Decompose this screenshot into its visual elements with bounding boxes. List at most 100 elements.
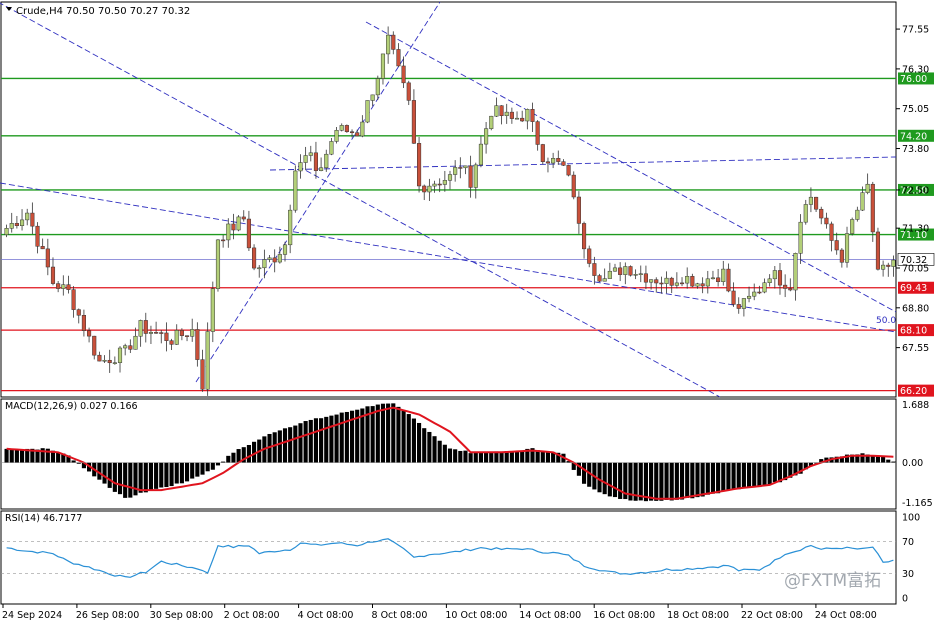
candle-bull bbox=[881, 264, 886, 270]
candle-bull bbox=[319, 167, 324, 171]
macd-bar bbox=[288, 427, 293, 463]
candle-bull bbox=[102, 359, 107, 362]
macd-bar bbox=[649, 462, 654, 501]
macd-bar bbox=[344, 411, 349, 463]
candle-bull bbox=[633, 274, 638, 276]
candle-bear bbox=[195, 329, 200, 360]
candle-bear bbox=[834, 240, 839, 251]
macd-bar bbox=[458, 450, 463, 463]
candle-bull bbox=[293, 170, 298, 211]
macd-bar bbox=[602, 462, 607, 495]
candle-bull bbox=[226, 223, 231, 241]
macd-bar bbox=[226, 455, 231, 463]
candle-bull bbox=[705, 278, 710, 287]
time-tick-label: 22 Oct 08:00 bbox=[741, 610, 803, 621]
macd-bar bbox=[499, 452, 504, 463]
candle-bear bbox=[561, 161, 566, 166]
macd-tick-label: -1.165 bbox=[902, 498, 933, 509]
candle-bear bbox=[654, 279, 659, 284]
candle-bear bbox=[587, 248, 592, 264]
macd-bar bbox=[437, 440, 442, 463]
rsi-tick-label: 70 bbox=[902, 537, 914, 548]
time-tick-label: 2 Oct 08:00 bbox=[224, 610, 280, 621]
candle-bull bbox=[463, 165, 468, 169]
macd-bar bbox=[638, 462, 643, 501]
candle-bear bbox=[829, 223, 834, 241]
candle-bull bbox=[453, 167, 458, 175]
level-tag-label: 76.00 bbox=[900, 74, 927, 85]
macd-bar bbox=[540, 451, 545, 463]
macd-bar bbox=[679, 462, 685, 500]
candle-bear bbox=[700, 283, 705, 287]
macd-label: MACD(12,26,9) 0.027 0.166 bbox=[5, 401, 138, 412]
candle-bear bbox=[509, 111, 514, 119]
price-tick-label: 68.80 bbox=[902, 303, 929, 314]
macd-bar bbox=[746, 462, 752, 488]
candle-bull bbox=[25, 212, 30, 221]
level-tag-label: 66.20 bbox=[900, 386, 927, 397]
price-tick-label: 73.80 bbox=[902, 144, 929, 155]
time-tick-label: 8 Oct 08:00 bbox=[372, 610, 428, 621]
macd-bar bbox=[154, 462, 159, 489]
macd-bar bbox=[123, 462, 128, 498]
candle-bear bbox=[272, 257, 277, 263]
macd-bar bbox=[463, 450, 468, 463]
candle-bear bbox=[396, 49, 401, 67]
candle-bear bbox=[777, 270, 783, 286]
macd-bar bbox=[860, 453, 865, 463]
macd-bar bbox=[215, 462, 221, 466]
time-tick-label: 26 Sep 08:00 bbox=[76, 610, 139, 621]
candle-bull bbox=[9, 223, 14, 229]
candle-bear bbox=[221, 239, 226, 242]
macd-bar bbox=[597, 462, 602, 493]
candle-bull bbox=[370, 94, 375, 101]
candle-bull bbox=[138, 320, 143, 337]
candle-bull bbox=[855, 209, 860, 220]
macd-bar bbox=[174, 462, 179, 484]
candle-bear bbox=[679, 282, 685, 285]
macd-bar bbox=[618, 462, 623, 499]
level-tag-label: 68.10 bbox=[900, 326, 927, 337]
price-tick-label: 75.05 bbox=[902, 104, 929, 115]
candle-bull bbox=[303, 155, 308, 163]
macd-tick-label: 1.688 bbox=[902, 400, 929, 411]
macd-bar bbox=[752, 462, 757, 487]
candle-bull bbox=[442, 180, 447, 185]
price-tick-label: 76.30 bbox=[902, 64, 929, 75]
macd-bar bbox=[772, 462, 777, 483]
candle-bear bbox=[231, 223, 236, 231]
symbol-header[interactable]: Crude,H4 70.50 70.50 70.27 70.32 bbox=[6, 6, 190, 17]
time-tick-label: 16 Oct 08:00 bbox=[593, 610, 655, 621]
candle-bear bbox=[556, 158, 561, 162]
time-tick-label: 18 Oct 08:00 bbox=[667, 610, 729, 621]
candle-bear bbox=[246, 218, 251, 249]
macd-tick-label: 0.00 bbox=[902, 458, 923, 469]
macd-bar bbox=[9, 448, 14, 463]
candle-bear bbox=[35, 225, 40, 247]
candle-bull bbox=[865, 183, 870, 193]
candle-bear bbox=[468, 165, 473, 188]
time-tick-label: 14 Oct 08:00 bbox=[519, 610, 581, 621]
candle-bear bbox=[344, 125, 349, 132]
macd-bar bbox=[726, 462, 731, 491]
candle-bull bbox=[61, 284, 66, 289]
candle-bear bbox=[545, 161, 551, 164]
macd-bar bbox=[886, 459, 891, 463]
macd-bar bbox=[545, 452, 551, 463]
candle-bear bbox=[45, 248, 50, 268]
macd-bar bbox=[736, 462, 741, 490]
candle-bear bbox=[159, 332, 164, 334]
candle-bear bbox=[391, 34, 396, 50]
candle-bear bbox=[783, 284, 788, 289]
candle-bear bbox=[458, 167, 463, 169]
candle-bear bbox=[566, 165, 571, 176]
candle-bull bbox=[891, 259, 896, 267]
candle-bull bbox=[236, 216, 241, 231]
candle-bear bbox=[618, 267, 623, 275]
macd-bar bbox=[319, 418, 324, 463]
macd-bar bbox=[654, 462, 659, 501]
macd-bar bbox=[272, 432, 277, 463]
macd-bar bbox=[607, 462, 612, 497]
macd-bar bbox=[179, 462, 184, 484]
macd-bar bbox=[391, 403, 396, 463]
